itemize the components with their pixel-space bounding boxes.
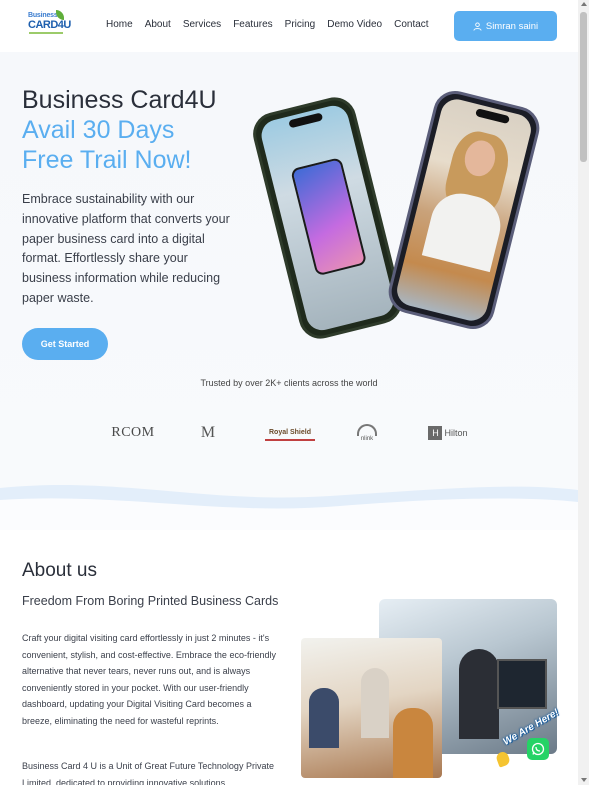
nav-contact[interactable]: Contact (394, 19, 428, 30)
user-name: Simran saini (485, 20, 539, 32)
user-account-button[interactable]: Simran saini (454, 11, 557, 41)
about-subtitle: Freedom From Boring Printed Business Car… (22, 594, 279, 608)
meeting-person-3 (393, 708, 433, 778)
user-icon (473, 21, 482, 31)
meeting-person-2 (361, 668, 389, 738)
meeting-person-1 (309, 688, 339, 748)
client-logo-royal-shield: Royal Shield (265, 425, 315, 441)
nav-about[interactable]: About (145, 19, 171, 30)
phone-notch (475, 108, 511, 125)
office-monitor (497, 659, 547, 709)
nav-demo-video[interactable]: Demo Video (327, 19, 382, 30)
phone-inner-display (290, 157, 368, 277)
client-logo-nlink: nlink (352, 415, 382, 451)
hero-subtitle-line1: Avail 30 Days (22, 116, 175, 144)
hilton-label: Hilton (444, 428, 468, 438)
get-started-button[interactable]: Get Started (22, 328, 108, 360)
page-scrollbar[interactable] (578, 0, 589, 785)
nav-services[interactable]: Services (183, 19, 221, 30)
about-paragraph-2: Business Card 4 U is a Unit of Great Fut… (22, 761, 274, 785)
logo-line2: CARD4U (28, 19, 71, 31)
nlink-label: nlink (360, 436, 374, 442)
about-title: About us (22, 560, 97, 581)
hilton-mark: H (428, 426, 443, 440)
office-person (459, 649, 499, 739)
nlink-arc-icon (357, 424, 377, 436)
top-navbar: Business CARD4U Home About Services Feat… (0, 0, 578, 52)
logo-underline (29, 32, 63, 34)
client-logo-hilton: H Hilton (425, 415, 471, 451)
hero-description: Embrace sustainability with our innovati… (22, 192, 230, 305)
main-menu: Home About Services Features Pricing Dem… (106, 19, 441, 30)
nav-home[interactable]: Home (106, 19, 133, 30)
nav-features[interactable]: Features (233, 19, 272, 30)
client-logos: RCOM M Royal Shield nlink H Hilton (100, 415, 480, 451)
hero-title: Business Card4U (22, 86, 217, 114)
scroll-up-arrow-icon[interactable] (581, 2, 587, 6)
about-image-meeting (301, 638, 442, 778)
scroll-down-arrow-icon[interactable] (581, 778, 587, 782)
trusted-text: Trusted by over 2K+ clients across the w… (200, 378, 378, 388)
phone-notch (288, 112, 324, 129)
client-logo-mn: M (200, 424, 216, 441)
scrollbar-thumb[interactable] (580, 12, 587, 162)
logo-line1: Business (28, 12, 58, 19)
nav-pricing[interactable]: Pricing (285, 19, 316, 30)
client-logo-rcom: RCOM (111, 425, 155, 440)
whatsapp-icon (531, 742, 545, 756)
brand-logo[interactable]: Business CARD4U (26, 10, 71, 38)
about-paragraph-1: Craft your digital visiting card effortl… (22, 633, 276, 726)
hero-subtitle-line2: Free Trail Now! (22, 146, 192, 174)
section-wave-divider (0, 484, 578, 530)
whatsapp-chat-button[interactable] (527, 738, 549, 760)
